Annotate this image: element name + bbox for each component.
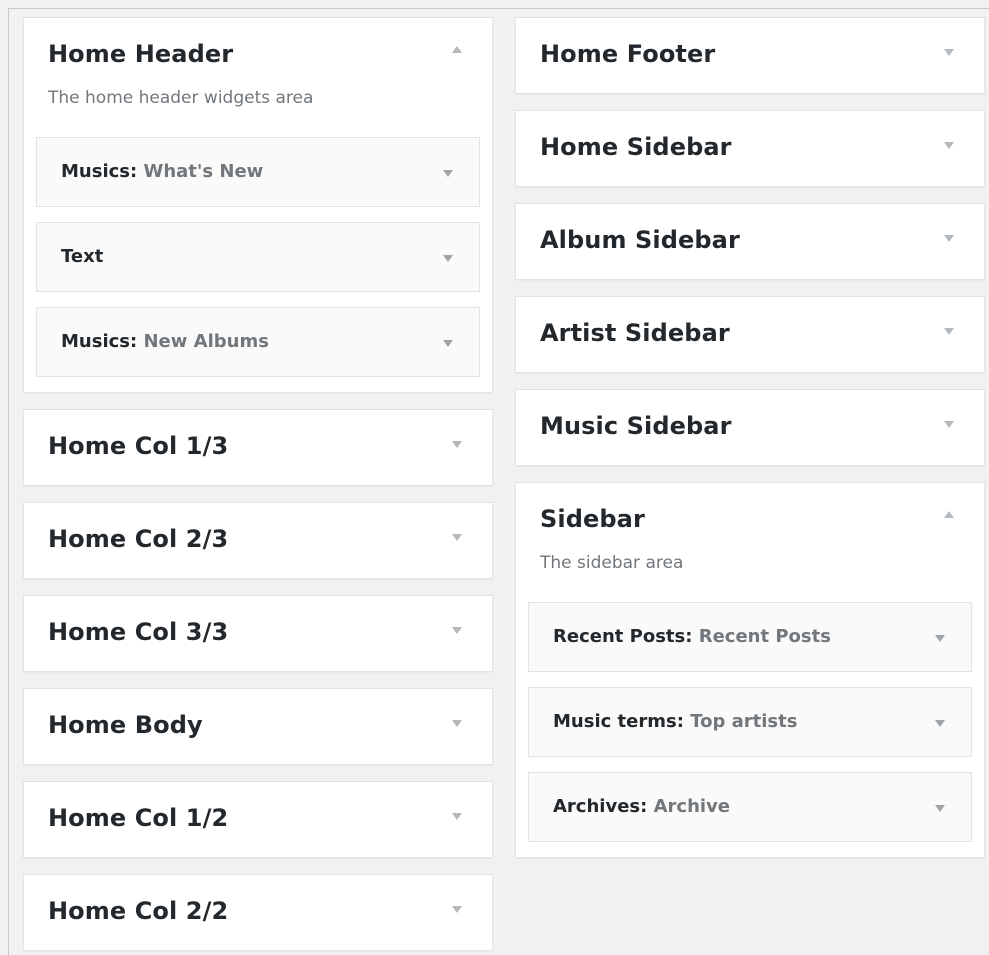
widget-area-title[interactable]: Home Col 2/3 [48,525,228,553]
widget-area-title[interactable]: Music Sidebar [540,412,732,440]
widget-type: Musics: [61,161,138,182]
widget-area-title[interactable]: Home Col 1/3 [48,432,228,460]
widget-name: Top artists [690,711,798,732]
left-widget-column: Home Header The home header widgets area… [23,17,493,951]
triangle-down-icon[interactable] [944,49,954,56]
widget-area-title[interactable]: Home Col 1/2 [48,804,228,832]
triangle-up-icon[interactable] [944,511,954,518]
triangle-down-icon[interactable] [452,534,462,541]
widget-area-home-col-3-3[interactable]: Home Col 3/3 [23,595,493,672]
triangle-up-icon[interactable] [452,46,462,53]
widget-name: New Albums [143,331,269,352]
widget-area-title[interactable]: Home Col 3/3 [48,618,228,646]
widget-item[interactable]: Archives: Archive [528,772,972,842]
widget-area-album-sidebar[interactable]: Album Sidebar [515,203,985,280]
triangle-down-icon[interactable] [944,142,954,149]
triangle-down-icon[interactable] [944,328,954,335]
widget-area-description: The home header widgets area [48,88,314,108]
widget-item[interactable]: Music terms: Top artists [528,687,972,757]
widget-area-title[interactable]: Home Sidebar [540,133,732,161]
triangle-down-icon[interactable] [452,813,462,820]
widget-name: Recent Posts [698,626,831,647]
triangle-down-icon[interactable] [452,627,462,634]
widget-area-title[interactable]: Home Footer [540,40,715,68]
triangle-down-icon[interactable] [944,235,954,242]
widget-area-title[interactable]: Home Body [48,711,203,739]
widget-area-title[interactable]: Sidebar [540,505,645,533]
widget-area-home-col-1-2[interactable]: Home Col 1/2 [23,781,493,858]
widget-type: Recent Posts: [553,626,693,647]
widget-item[interactable]: Musics: What's New [36,137,480,207]
widget-area-music-sidebar[interactable]: Music Sidebar [515,389,985,466]
widget-type: Text [61,246,104,267]
widget-area-home-header[interactable]: Home Header The home header widgets area… [23,17,493,393]
widget-title[interactable]: Recent Posts: Recent Posts [553,626,831,647]
widget-area-title[interactable]: Artist Sidebar [540,319,730,347]
triangle-down-icon[interactable] [443,170,453,177]
triangle-down-icon[interactable] [935,720,945,727]
widget-name: Archive [653,796,731,817]
widget-title[interactable]: Musics: What's New [61,161,263,182]
widget-area-home-footer[interactable]: Home Footer [515,17,985,94]
widget-area-home-sidebar[interactable]: Home Sidebar [515,110,985,187]
triangle-down-icon[interactable] [443,340,453,347]
widget-area-artist-sidebar[interactable]: Artist Sidebar [515,296,985,373]
widget-type: Musics: [61,331,138,352]
triangle-down-icon[interactable] [443,255,453,262]
triangle-down-icon[interactable] [452,906,462,913]
triangle-down-icon[interactable] [935,635,945,642]
right-widget-column: Home Footer Home Sidebar Album Sidebar A… [515,17,985,858]
widget-area-sidebar[interactable]: Sidebar The sidebar area Recent Posts: R… [515,482,985,858]
widget-name: What's New [143,161,264,182]
widget-area-title[interactable]: Album Sidebar [540,226,740,254]
triangle-down-icon[interactable] [944,421,954,428]
widget-title[interactable]: Music terms: Top artists [553,711,797,732]
widget-area-title[interactable]: Home Col 2/2 [48,897,228,925]
widget-area-home-col-2-3[interactable]: Home Col 2/3 [23,502,493,579]
widget-area-home-body[interactable]: Home Body [23,688,493,765]
widget-item[interactable]: Text [36,222,480,292]
widget-type: Archives: [553,796,648,817]
widget-area-home-col-1-3[interactable]: Home Col 1/3 [23,409,493,486]
widget-item[interactable]: Musics: New Albums [36,307,480,377]
triangle-down-icon[interactable] [935,805,945,812]
widget-item[interactable]: Recent Posts: Recent Posts [528,602,972,672]
widget-title[interactable]: Archives: Archive [553,796,730,817]
widget-title[interactable]: Musics: New Albums [61,331,269,352]
triangle-down-icon[interactable] [452,441,462,448]
widget-type: Music terms: [553,711,684,732]
widget-area-title[interactable]: Home Header [48,40,233,68]
widget-title[interactable]: Text [61,246,103,267]
triangle-down-icon[interactable] [452,720,462,727]
widget-area-home-col-2-2[interactable]: Home Col 2/2 [23,874,493,951]
widget-area-description: The sidebar area [540,553,684,573]
